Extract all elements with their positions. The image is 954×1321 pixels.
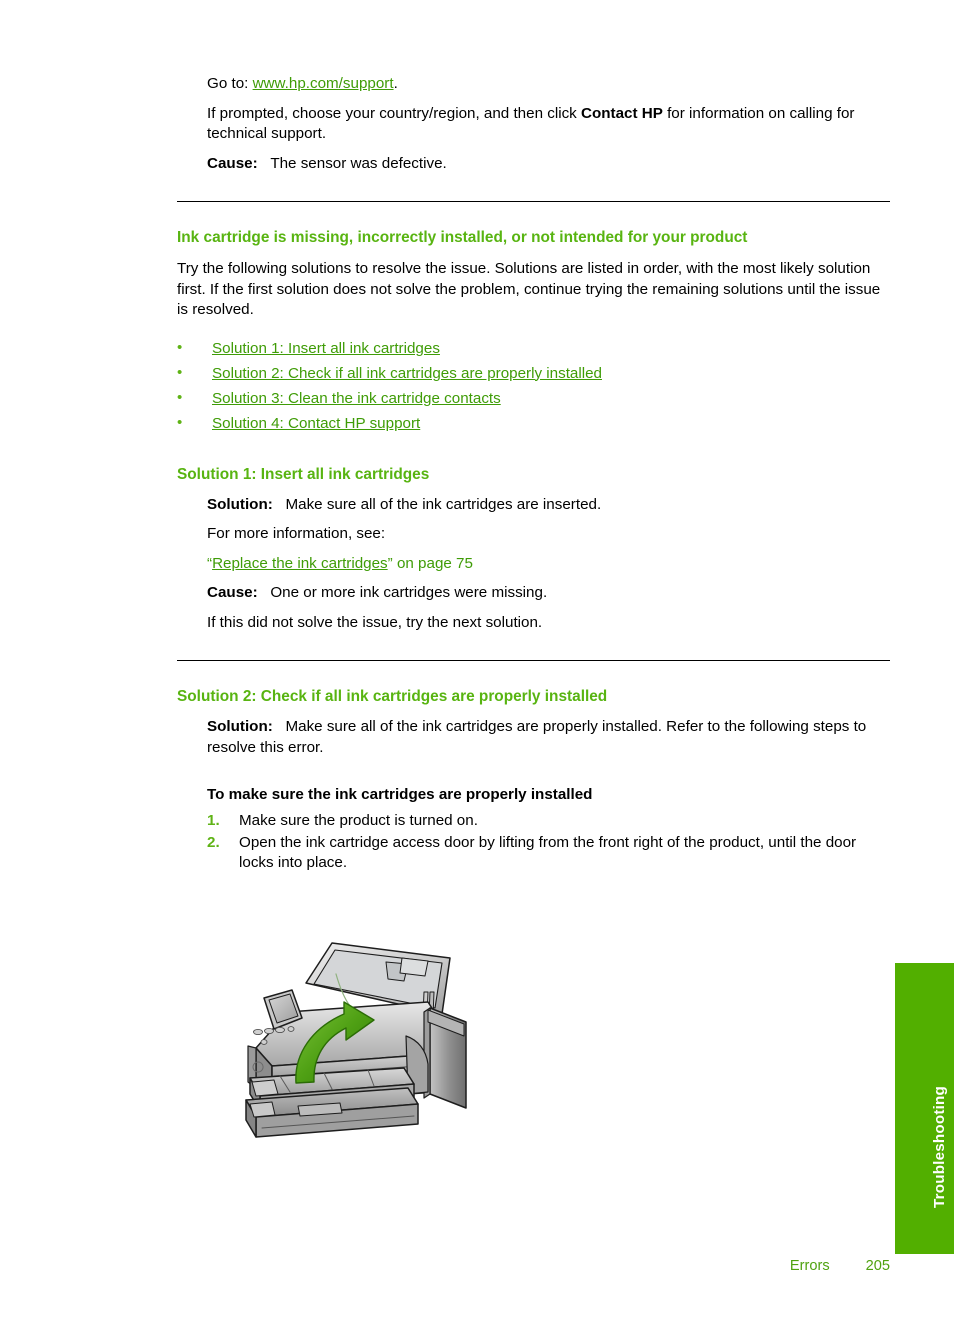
- goto-paragraph: Go to: www.hp.com/support.: [207, 74, 890, 95]
- list-item: Solution 1: Insert all ink cartridges: [177, 338, 890, 360]
- prompted-paragraph: If prompted, choose your country/region,…: [207, 104, 890, 145]
- solution-text: Make sure all of the ink cartridges are …: [285, 495, 602, 513]
- step-text: Open the ink cartridge access door by li…: [239, 833, 857, 872]
- procedure-heading: To make sure the ink cartridges are prop…: [207, 786, 593, 803]
- solution-1-cause-paragraph: Cause: One or more ink cartridges were m…: [207, 583, 890, 604]
- step-number: 2.: [207, 833, 220, 851]
- prompted-text-1: If prompted, choose your country/region,…: [207, 104, 581, 122]
- list-item: Solution 2: Check if all ink cartridges …: [177, 363, 890, 385]
- cause-text: One or more ink cartridges were missing.: [270, 584, 548, 601]
- chapter-side-tab: Troubleshooting: [895, 963, 954, 1254]
- solution-label: Solution:: [207, 495, 273, 513]
- cause-paragraph-intro: Cause: The sensor was defective.: [207, 154, 890, 175]
- page-content: Go to: www.hp.com/support. If prompted, …: [177, 74, 890, 875]
- printer-illustration-icon: [245, 942, 467, 1138]
- list-item: Solution 3: Clean the ink cartridge cont…: [177, 388, 890, 410]
- goto-prefix: Go to:: [207, 75, 253, 92]
- procedure-step-list: 1. Make sure the product is turned on. 2.…: [207, 811, 890, 874]
- document-page: Go to: www.hp.com/support. If prompted, …: [0, 0, 954, 1321]
- solution-1-solution-paragraph: Solution: Make sure all of the ink cartr…: [207, 495, 890, 516]
- cause-label: Cause:: [207, 584, 258, 601]
- solution-3-link[interactable]: Solution 3: Clean the ink cartridge cont…: [212, 390, 501, 407]
- xref-page-reference: on page 75: [392, 554, 473, 572]
- solution-1-more-info: For more information, see:: [207, 525, 386, 542]
- error-heading: Ink cartridge is missing, incorrectly in…: [177, 229, 748, 246]
- footer-page-number: 205: [865, 1258, 890, 1274]
- solution-1-link[interactable]: Solution 1: Insert all ink cartridges: [212, 340, 440, 357]
- solution-2-link[interactable]: Solution 2: Check if all ink cartridges …: [212, 365, 602, 382]
- side-tab-label: Troubleshooting: [931, 1086, 948, 1208]
- error-intro-paragraph: Try the following solutions to resolve t…: [177, 260, 881, 318]
- goto-suffix: .: [393, 75, 398, 92]
- solution-label: Solution:: [207, 718, 273, 735]
- cause-text: The sensor was defective.: [270, 154, 447, 172]
- step-text: Make sure the product is turned on.: [239, 812, 478, 829]
- step-number: 1.: [207, 812, 220, 829]
- solution-1-next-solution: If this did not solve the issue, try the…: [207, 613, 543, 631]
- solution-1-heading: Solution 1: Insert all ink cartridges: [177, 465, 430, 483]
- cause-label: Cause:: [207, 154, 258, 172]
- solution-2-solution-paragraph: Solution: Make sure all of the ink cartr…: [207, 717, 890, 758]
- list-item: Solution 4: Contact HP support: [177, 413, 890, 435]
- list-item: 2. Open the ink cartridge access door by …: [207, 833, 890, 874]
- solution-1-xref-paragraph: “Replace the ink cartridges” on page 75: [207, 554, 890, 575]
- solution-2-heading: Solution 2: Check if all ink cartridges …: [177, 688, 608, 705]
- page-footer: Errors 205: [0, 1258, 890, 1274]
- footer-section-name: Errors: [789, 1258, 830, 1274]
- replace-ink-cartridges-link[interactable]: Replace the ink cartridges: [212, 555, 388, 572]
- solution-link-list: Solution 1: Insert all ink cartridges So…: [177, 338, 890, 435]
- solution-text: Make sure all of the ink cartridges are …: [207, 718, 867, 756]
- solution-4-link[interactable]: Solution 4: Contact HP support: [212, 415, 420, 432]
- list-item: 1. Make sure the product is turned on.: [207, 811, 890, 832]
- hp-support-link[interactable]: www.hp.com/support: [253, 75, 394, 92]
- printer-illustration-figure: [228, 936, 478, 1166]
- contact-hp-bold: Contact HP: [581, 104, 663, 122]
